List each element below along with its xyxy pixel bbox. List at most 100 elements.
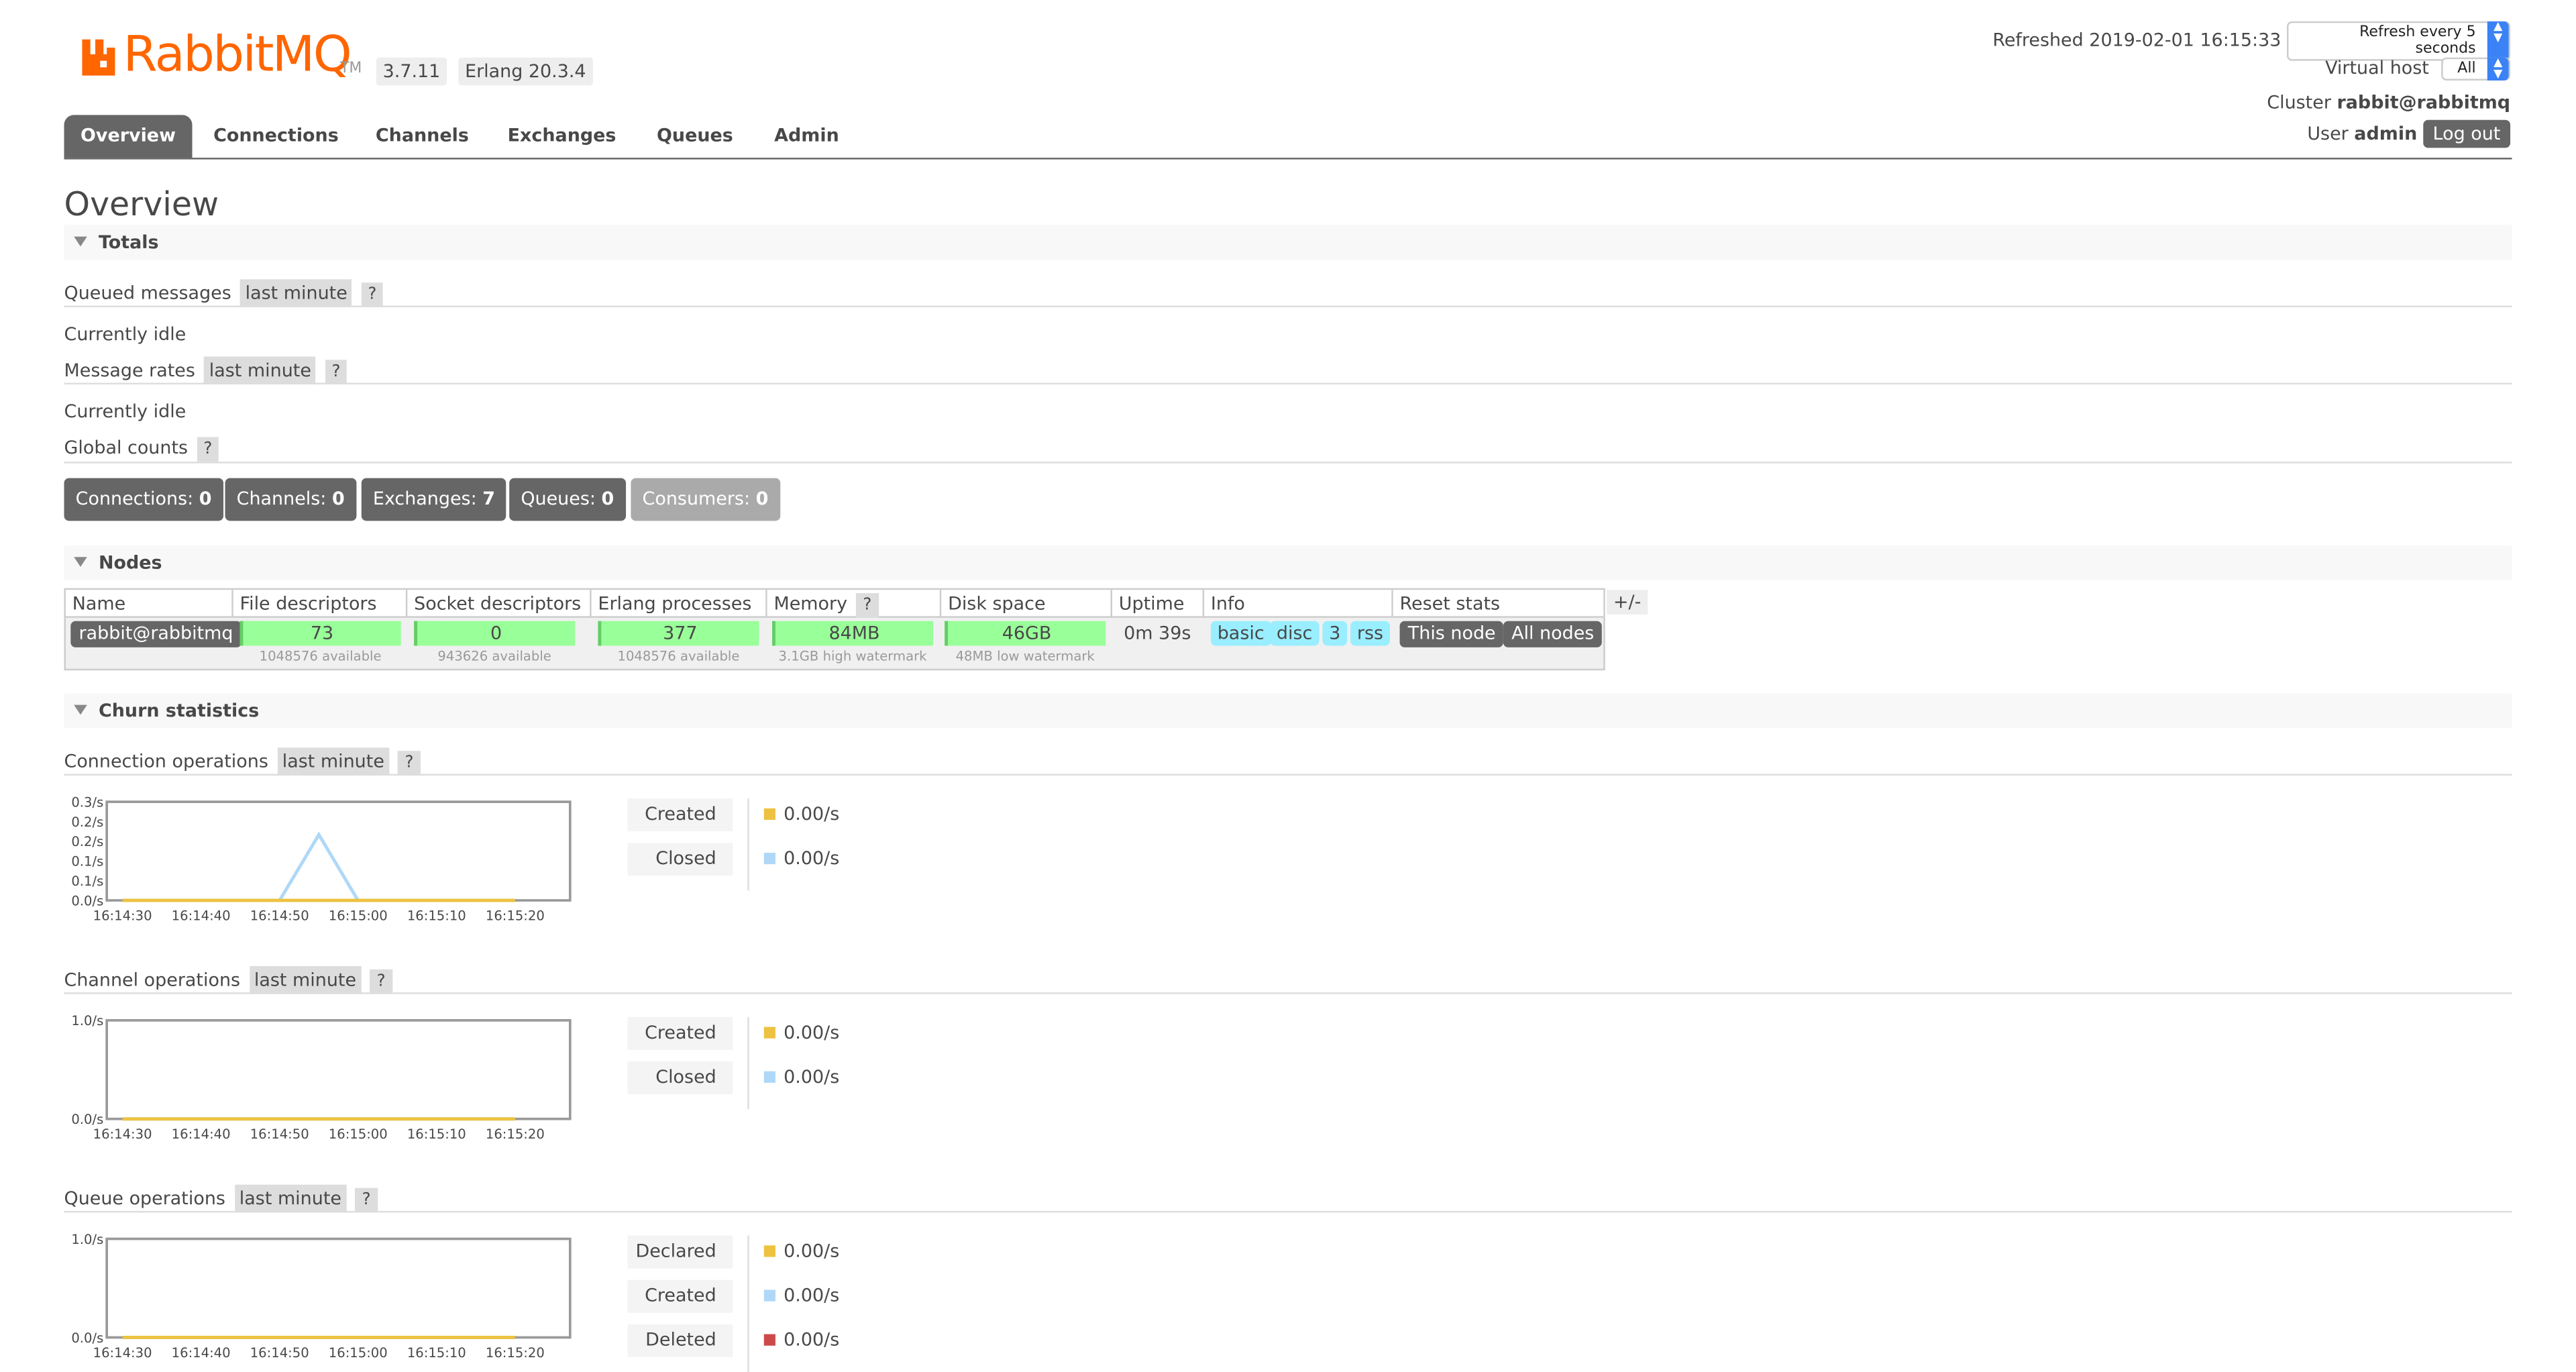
tab-exchanges[interactable]: Exchanges (499, 115, 624, 158)
connections-count[interactable]: Connections: 0 (64, 478, 223, 521)
refresh-select[interactable]: Refresh every 5 seconds ▲ ▼ (2287, 21, 2511, 61)
legend-rate-value: 0.00/s (784, 1240, 840, 1262)
nodes-section-header[interactable]: Nodes (64, 545, 2512, 580)
help-button[interactable]: ? (370, 969, 392, 994)
vhost-label: Virtual host (2325, 57, 2429, 79)
vhost-select[interactable]: All ▲ ▼ (2441, 56, 2511, 81)
queued-messages-label: Queued messages last minute ? (64, 279, 384, 307)
x-tick-label: 16:14:50 (250, 1126, 309, 1142)
churn-section-header[interactable]: Churn statistics (64, 693, 2512, 728)
node-name-link[interactable]: rabbit@rabbitmq (70, 621, 241, 647)
x-tick-label: 16:14:30 (93, 1345, 152, 1361)
tab-admin[interactable]: Admin (762, 115, 851, 158)
y-tick-label: 0.1/s (71, 854, 103, 869)
help-button[interactable]: ? (197, 437, 219, 462)
tab-overview[interactable]: Overview (64, 115, 193, 158)
y-tick-label: 0.2/s (71, 814, 103, 830)
help-button[interactable]: ? (856, 593, 879, 618)
erlang-badge: Erlang 20.3.4 (458, 57, 593, 86)
x-tick-label: 16:14:40 (172, 1126, 231, 1142)
reset-all-nodes-button[interactable]: All nodes (1503, 621, 1603, 647)
cluster-name: rabbit@rabbitmq (2337, 92, 2511, 113)
cluster-info: Cluster rabbit@rabbitmq (2267, 92, 2511, 113)
column-header: Uptime (1112, 590, 1205, 618)
info-badge-count: 3 (1322, 621, 1348, 646)
help-button[interactable]: ? (325, 360, 347, 385)
column-header: Info (1204, 590, 1393, 618)
column-header: Name (65, 590, 233, 618)
legend-series-toggle-declared[interactable]: Declared (627, 1235, 733, 1269)
divider (64, 774, 2512, 776)
legend-rate-value: 0.00/s (784, 1022, 840, 1044)
divider (64, 992, 2512, 994)
help-button[interactable]: ? (361, 282, 384, 307)
column-header: Socket descriptors ? (407, 590, 592, 646)
erlang-processes-available: 1048576 available (617, 649, 740, 664)
period-selector[interactable]: last minute (249, 966, 362, 994)
version-badge: 3.7.11 (376, 57, 447, 86)
legend-swatch (763, 1071, 775, 1083)
refreshed-timestamp: Refreshed 2019-02-01 16:15:33 (1992, 30, 2282, 51)
tab-channels[interactable]: Channels (363, 115, 481, 158)
legend-series-toggle-created[interactable]: Created (627, 1279, 733, 1313)
column-header: Memory ? (767, 590, 942, 618)
period-selector[interactable]: last minute (277, 747, 390, 776)
y-tick-label: 0.2/s (71, 834, 103, 849)
plot-area (105, 800, 572, 902)
period-selector[interactable]: last minute (204, 356, 317, 385)
line-chart: 1.0/s 0.0/s16:14:30 16:14:40 16:14:50 16:15:… (71, 1014, 572, 1142)
columns-toggle-button[interactable]: +/- (1607, 590, 1648, 615)
idle-status: Currently idle (64, 323, 186, 346)
help-button[interactable]: ? (355, 1188, 378, 1213)
legend-series-toggle-created[interactable]: Created (627, 798, 733, 832)
legend-rate-value: 0.00/s (784, 847, 840, 869)
select-arrows-icon: ▲ ▼ (2487, 56, 2509, 81)
reset-this-node-button[interactable]: This node (1399, 621, 1504, 647)
legend-series-toggle-created[interactable]: Created (627, 1016, 733, 1050)
erlang-processes-bar: 377 (598, 621, 759, 646)
legend-series-toggle-deleted[interactable]: Deleted (627, 1324, 733, 1357)
legend-series-toggle-closed[interactable]: Closed (627, 1061, 733, 1095)
disk-watermark: 48MB low watermark (955, 649, 1095, 664)
y-tick-label: 0.0/s (71, 893, 103, 908)
rabbitmq-logo-icon (82, 39, 115, 76)
help-button[interactable]: ? (398, 751, 421, 776)
legend-swatch (763, 1026, 775, 1039)
tab-connections[interactable]: Connections (205, 115, 347, 158)
queues-count[interactable]: Queues: 0 (509, 478, 626, 521)
plot-area (105, 1018, 572, 1120)
chart-title: Queue operations (64, 1188, 225, 1210)
divider (64, 382, 2512, 385)
legend-divider (747, 798, 749, 891)
collapse-triangle-icon (74, 704, 87, 715)
x-tick-label: 16:14:40 (172, 1345, 231, 1361)
totals-section-header[interactable]: Totals (64, 225, 2512, 260)
line-chart: 0.3/s 0.2/s 0.2/s 0.1/s 0.1/s 0.0/s16:14:30 16… (71, 795, 572, 923)
message-rates-label: Message rates last minute ? (64, 356, 347, 385)
rabbitmq-management-page: RabbitMQ TM 3.7.11 Erlang 20.3.4 Refresh… (0, 0, 2576, 1372)
select-arrows-icon: ▲ ▼ (2487, 21, 2509, 61)
column-header: Erlang processes (591, 590, 767, 618)
memory-bar: 84MB (772, 621, 934, 646)
tab-queues[interactable]: Queues (644, 115, 746, 158)
column-header: Reset stats (1393, 590, 1604, 618)
file-descriptors-available: 1048576 available (259, 649, 382, 664)
memory-watermark: 3.1GB high watermark (778, 649, 927, 664)
consumers-count[interactable]: Consumers: 0 (631, 478, 780, 521)
period-selector[interactable]: last minute (240, 279, 353, 307)
plot-area (105, 1237, 572, 1339)
collapse-triangle-icon (74, 557, 87, 567)
x-tick-label: 16:15:20 (486, 1126, 545, 1142)
y-tick-label: 0.0/s (71, 1112, 103, 1127)
divider (64, 462, 2512, 464)
legend-swatch (763, 1289, 775, 1302)
legend-series-toggle-closed[interactable]: Closed (627, 843, 733, 876)
page-title: Overview (64, 184, 219, 224)
x-tick-label: 16:15:20 (486, 1345, 545, 1361)
channels-count[interactable]: Channels: 0 (225, 478, 356, 521)
period-selector[interactable]: last minute (234, 1184, 347, 1213)
info-badge-rss: rss (1350, 621, 1390, 646)
legend-rate-value: 0.00/s (784, 1329, 840, 1351)
chart-title-row: Connection operations last minute ? (64, 747, 421, 776)
exchanges-count[interactable]: Exchanges: 7 (361, 478, 507, 521)
